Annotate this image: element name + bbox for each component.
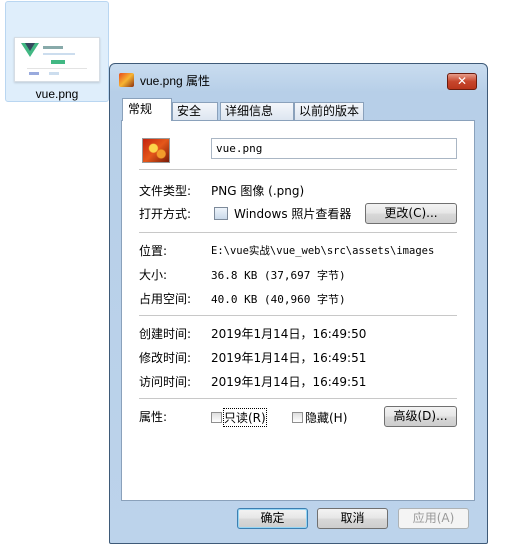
modified-value: 2019年1月14日，16:49:51 (211, 351, 367, 365)
thumb-line (43, 53, 75, 55)
opens-with-label: 打开方式: (139, 207, 192, 221)
created-label: 创建时间: (139, 327, 192, 341)
image-file-icon (119, 73, 134, 87)
size-label: 大小: (139, 268, 168, 282)
opens-with-value: Windows 照片查看器 (234, 207, 352, 221)
size-on-disk-value: 40.0 KB (40,960 字节) (211, 293, 346, 306)
modified-label: 修改时间: (139, 351, 192, 365)
properties-window: vue.png 属性 ✕ 常规 安全 详细信息 以前的版本 vue.png 文件… (109, 63, 488, 544)
tab-general[interactable]: 常规 (122, 98, 172, 121)
tab-details[interactable]: 详细信息 (220, 102, 294, 120)
thumb-line (29, 72, 39, 75)
divider (139, 315, 457, 316)
created-value: 2019年1月14日，16:49:50 (211, 327, 367, 341)
attributes-label: 属性: (139, 410, 168, 424)
divider (139, 232, 457, 233)
thumb-line (43, 46, 63, 49)
apply-button[interactable]: 应用(A) (398, 508, 469, 529)
hidden-checkbox[interactable] (292, 412, 303, 423)
tab-security[interactable]: 安全 (172, 102, 218, 120)
thumb-line (51, 60, 65, 64)
size-value: 36.8 KB (37,697 字节) (211, 269, 346, 282)
accessed-label: 访问时间: (139, 375, 192, 389)
file-type-label: 文件类型: (139, 184, 192, 198)
window-title: vue.png 属性 (140, 74, 211, 88)
file-thumbnail (14, 37, 100, 82)
size-on-disk-label: 占用空间: (139, 292, 192, 306)
location-value: E:\vue实战\vue_web\src\assets\images (211, 245, 435, 257)
thumb-line (49, 72, 59, 75)
divider (139, 398, 457, 399)
divider (139, 169, 457, 170)
change-button[interactable]: 更改(C)... (365, 203, 457, 224)
ok-button[interactable]: 确定 (237, 508, 308, 529)
location-label: 位置: (139, 244, 168, 258)
advanced-button[interactable]: 高级(D)... (384, 406, 457, 427)
close-button[interactable]: ✕ (447, 73, 477, 90)
image-file-icon (142, 138, 170, 163)
accessed-value: 2019年1月14日，16:49:51 (211, 375, 367, 389)
file-name-field[interactable]: vue.png (211, 138, 457, 159)
general-panel: vue.png 文件类型: PNG 图像 (.png) 打开方式: Window… (121, 120, 475, 501)
readonly-label[interactable]: 只读(R) (223, 408, 267, 427)
desktop-file-label: vue.png (35, 87, 79, 101)
file-type-value: PNG 图像 (.png) (211, 184, 305, 198)
thumb-line (27, 68, 87, 69)
tab-previous-versions[interactable]: 以前的版本 (294, 102, 364, 120)
cancel-button[interactable]: 取消 (317, 508, 388, 529)
readonly-checkbox[interactable] (211, 412, 222, 423)
desktop-file-item[interactable]: vue.png (5, 1, 109, 102)
hidden-label[interactable]: 隐藏(H) (305, 409, 347, 426)
vue-logo-inner (25, 43, 35, 51)
photo-viewer-icon (214, 207, 228, 220)
